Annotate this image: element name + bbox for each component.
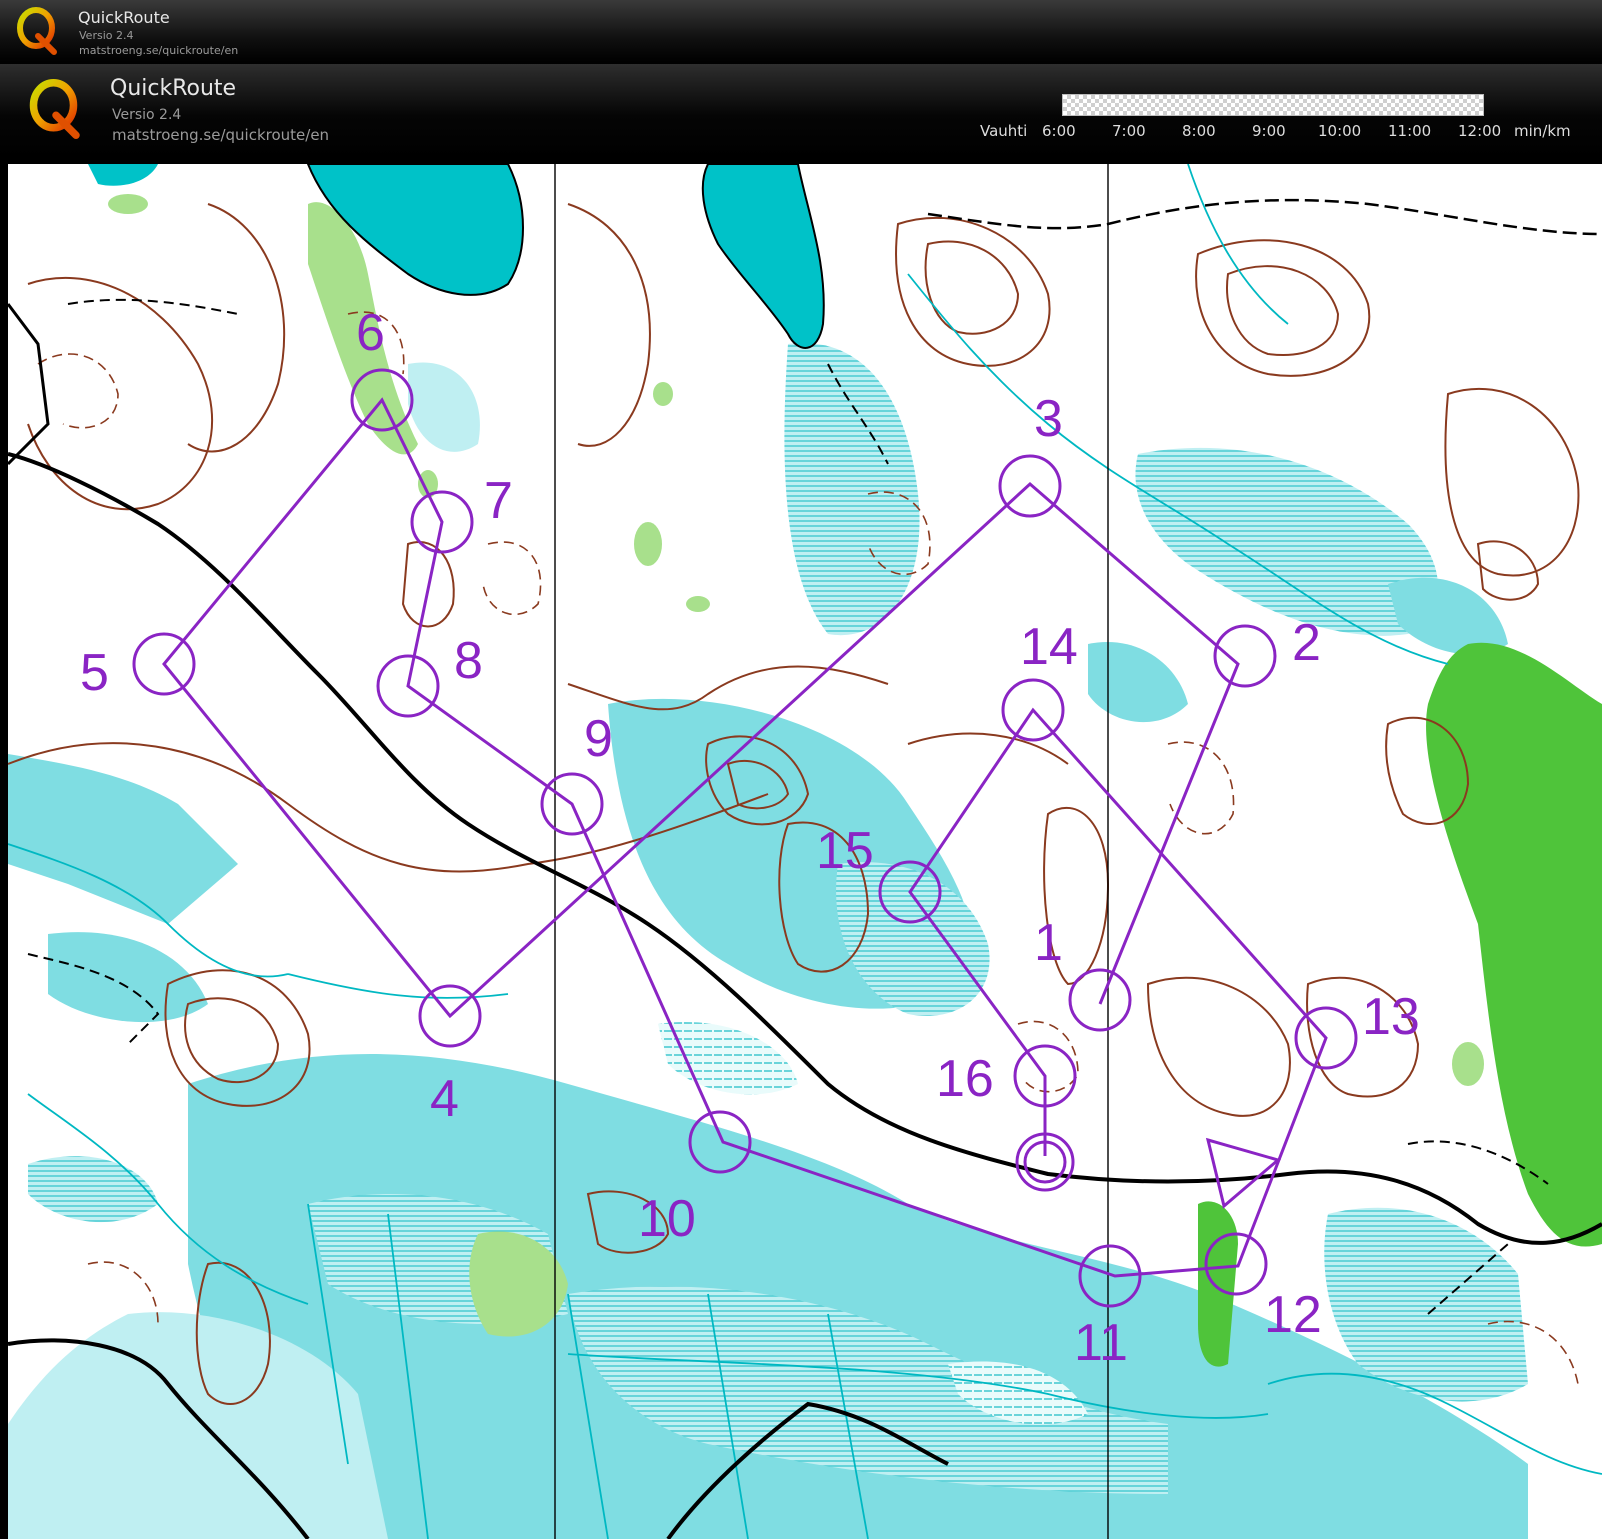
control-number: 4 — [430, 1070, 459, 1128]
control-circle — [1213, 624, 1277, 688]
window-app-version: Versio 2.4 — [79, 29, 134, 42]
pace-tick: 6:00 — [1042, 122, 1076, 140]
open-land-areas — [8, 343, 1528, 1539]
control-number: 11 — [1074, 1314, 1128, 1372]
control-number: 12 — [1264, 1286, 1322, 1344]
map-canvas: 1 2 3 4 5 6 7 8 9 10 11 12 13 14 15 16 — [8, 164, 1602, 1539]
control-number: 1 — [1034, 914, 1063, 972]
control-number: 15 — [816, 822, 874, 880]
window-title-bar: QuickRoute Versio 2.4 matstroeng.se/quic… — [0, 0, 1602, 62]
control-number: 10 — [638, 1190, 696, 1248]
pace-color-bar — [1062, 94, 1484, 116]
pace-tick: 12:00 — [1458, 122, 1502, 140]
control-circle — [1068, 968, 1132, 1032]
orienteering-map[interactable]: 1 2 3 4 5 6 7 8 9 10 11 12 13 14 15 16 — [8, 164, 1602, 1539]
pace-tick: 8:00 — [1182, 122, 1216, 140]
pace-tick: 11:00 — [1388, 122, 1432, 140]
lakes — [88, 164, 825, 349]
control-number: 14 — [1020, 618, 1078, 676]
window-app-name: QuickRoute — [78, 8, 170, 27]
control-number: 9 — [584, 710, 613, 768]
pace-tick: 9:00 — [1252, 122, 1286, 140]
control-number: 2 — [1292, 614, 1321, 672]
header-app-version: Versio 2.4 — [112, 107, 182, 123]
control-number: 6 — [356, 304, 385, 362]
control-number: 13 — [1362, 988, 1420, 1046]
header-app-url: matstroeng.se/quickroute/en — [112, 126, 330, 144]
control-number: 5 — [80, 644, 109, 702]
pace-tick: 10:00 — [1318, 122, 1362, 140]
window-app-url: matstroeng.se/quickroute/en — [79, 44, 239, 57]
quickroute-logo-icon — [29, 79, 80, 139]
header-app-name: QuickRoute — [110, 76, 237, 101]
control-number: 3 — [1034, 390, 1063, 448]
pace-tick: 7:00 — [1112, 122, 1146, 140]
control-number: 8 — [454, 632, 483, 690]
quickroute-logo-icon — [17, 7, 57, 55]
pace-label: Vauhti — [980, 122, 1028, 140]
pace-unit: min/km — [1514, 122, 1571, 140]
control-number: 16 — [936, 1050, 994, 1108]
control-number: 7 — [484, 472, 513, 530]
